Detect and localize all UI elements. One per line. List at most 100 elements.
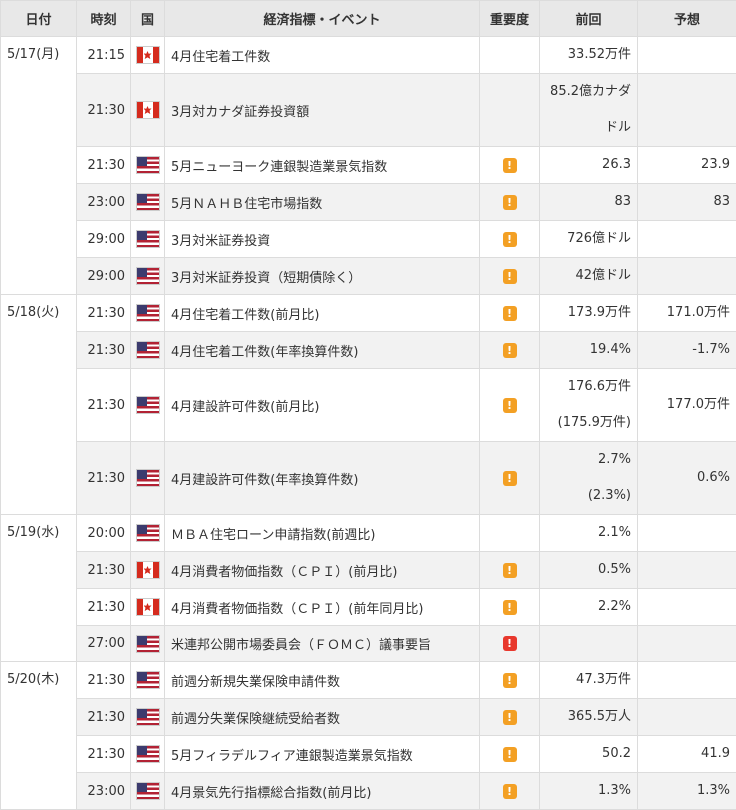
importance-cell: ! xyxy=(480,773,540,810)
importance-cell: ! xyxy=(480,332,540,369)
importance-cell: ! xyxy=(480,258,540,295)
time-cell: 29:00 xyxy=(77,221,131,258)
time-cell: 21:15 xyxy=(77,37,131,74)
date-cell: 5/20(木) xyxy=(1,662,77,810)
table-row: 21:304月建設許可件数(年率換算件数)!2.7%(2.3%)0.6% xyxy=(1,442,736,515)
flag-canton xyxy=(137,305,147,314)
header-importance: 重要度 xyxy=(480,1,540,37)
time-cell: 21:30 xyxy=(77,147,131,184)
table-row: 21:304月住宅着工件数(年率換算件数)!19.4%-1.7% xyxy=(1,332,736,369)
maple-leaf-icon xyxy=(144,51,152,59)
previous-cell: 83 xyxy=(540,184,638,221)
flag-canton xyxy=(137,746,147,755)
previous-value: 50.2 xyxy=(546,736,631,772)
previous-cell: 26.3 xyxy=(540,147,638,184)
us-flag-icon xyxy=(137,194,159,210)
importance-cell: ! xyxy=(480,369,540,442)
us-flag-icon xyxy=(137,525,159,541)
country-cell xyxy=(131,442,165,515)
importance-alert-icon: ! xyxy=(503,636,517,651)
importance-alert-icon: ! xyxy=(503,747,517,762)
previous-cell: 2.1% xyxy=(540,515,638,552)
previous-value: 365.5万人 xyxy=(546,699,631,735)
header-previous: 前回 xyxy=(540,1,638,37)
maple-leaf-icon xyxy=(144,566,152,574)
flag-canton xyxy=(137,709,147,718)
previous-cell: 173.9万件 xyxy=(540,295,638,332)
importance-alert-icon: ! xyxy=(503,398,517,413)
previous-value: 176.6万件 xyxy=(546,369,631,405)
table-header-row: 日付 時刻 国 経済指標・イベント 重要度 前回 予想 xyxy=(1,1,736,37)
event-cell: 前週分失業保険継続受給者数 xyxy=(165,699,480,736)
country-cell xyxy=(131,773,165,810)
event-cell: 5月ＮＡＨＢ住宅市場指数 xyxy=(165,184,480,221)
header-forecast: 予想 xyxy=(638,1,736,37)
previous-cell: 50.2 xyxy=(540,736,638,773)
time-cell: 21:30 xyxy=(77,442,131,515)
previous-cell: 1.3% xyxy=(540,773,638,810)
importance-alert-icon: ! xyxy=(503,563,517,578)
importance-cell: ! xyxy=(480,147,540,184)
importance-alert-icon: ! xyxy=(503,269,517,284)
flag-canton xyxy=(137,636,147,645)
canada-flag-icon xyxy=(137,599,159,615)
event-cell: 4月住宅着工件数(前月比) xyxy=(165,295,480,332)
forecast-cell: 83 xyxy=(638,184,736,221)
event-cell: 前週分新規失業保険申請件数 xyxy=(165,662,480,699)
maple-leaf-icon xyxy=(144,603,152,611)
previous-value: 26.3 xyxy=(546,147,631,183)
forecast-cell xyxy=(638,552,736,589)
previous-value: 85.2億カナダ xyxy=(546,74,631,110)
calendar-body: 5/17(月)21:154月住宅着工件数33.52万件21:303月対カナダ証券… xyxy=(1,37,736,810)
time-cell: 21:30 xyxy=(77,589,131,626)
time-cell: 20:00 xyxy=(77,515,131,552)
us-flag-icon xyxy=(137,305,159,321)
previous-cell: 365.5万人 xyxy=(540,699,638,736)
importance-cell: ! xyxy=(480,589,540,626)
table-row: 27:00米連邦公開市場委員会（ＦＯＭＣ）議事要旨! xyxy=(1,626,736,662)
us-flag-icon xyxy=(137,397,159,413)
previous-cell: 176.6万件(175.9万件) xyxy=(540,369,638,442)
forecast-cell: -1.7% xyxy=(638,332,736,369)
country-cell xyxy=(131,332,165,369)
previous-value: 83 xyxy=(546,184,631,220)
flag-canton xyxy=(137,194,147,203)
flag-canton xyxy=(137,157,147,166)
importance-alert-icon: ! xyxy=(503,784,517,799)
event-cell: 米連邦公開市場委員会（ＦＯＭＣ）議事要旨 xyxy=(165,626,480,662)
time-cell: 23:00 xyxy=(77,184,131,221)
forecast-cell xyxy=(638,589,736,626)
previous-cell: 0.5% xyxy=(540,552,638,589)
previous-cell: 47.3万件 xyxy=(540,662,638,699)
time-cell: 21:30 xyxy=(77,736,131,773)
importance-cell: ! xyxy=(480,221,540,258)
country-cell xyxy=(131,184,165,221)
flag-canton xyxy=(137,525,147,534)
country-cell xyxy=(131,626,165,662)
previous-value: 42億ドル xyxy=(546,258,631,294)
table-row: 21:304月消費者物価指数（ＣＰＩ）(前月比)!0.5% xyxy=(1,552,736,589)
previous-value: 173.9万件 xyxy=(546,295,631,331)
importance-alert-icon: ! xyxy=(503,673,517,688)
importance-cell: ! xyxy=(480,662,540,699)
country-cell xyxy=(131,369,165,442)
table-row: 23:005月ＮＡＨＢ住宅市場指数!8383 xyxy=(1,184,736,221)
time-cell: 21:30 xyxy=(77,369,131,442)
importance-cell: ! xyxy=(480,184,540,221)
previous-cell: 42億ドル xyxy=(540,258,638,295)
forecast-cell xyxy=(638,626,736,662)
forecast-cell xyxy=(638,662,736,699)
time-cell: 21:30 xyxy=(77,74,131,147)
previous-cell: 726億ドル xyxy=(540,221,638,258)
header-event: 経済指標・イベント xyxy=(165,1,480,37)
importance-alert-icon: ! xyxy=(503,232,517,247)
importance-cell: ! xyxy=(480,552,540,589)
table-row: 21:305月ニューヨーク連銀製造業景気指数!26.323.9 xyxy=(1,147,736,184)
country-cell xyxy=(131,515,165,552)
importance-cell: ! xyxy=(480,626,540,662)
event-cell: 4月消費者物価指数（ＣＰＩ）(前月比) xyxy=(165,552,480,589)
event-cell: 3月対米証券投資（短期債除く） xyxy=(165,258,480,295)
country-cell xyxy=(131,736,165,773)
previous-cell: 33.52万件 xyxy=(540,37,638,74)
flag-canton xyxy=(137,268,147,277)
